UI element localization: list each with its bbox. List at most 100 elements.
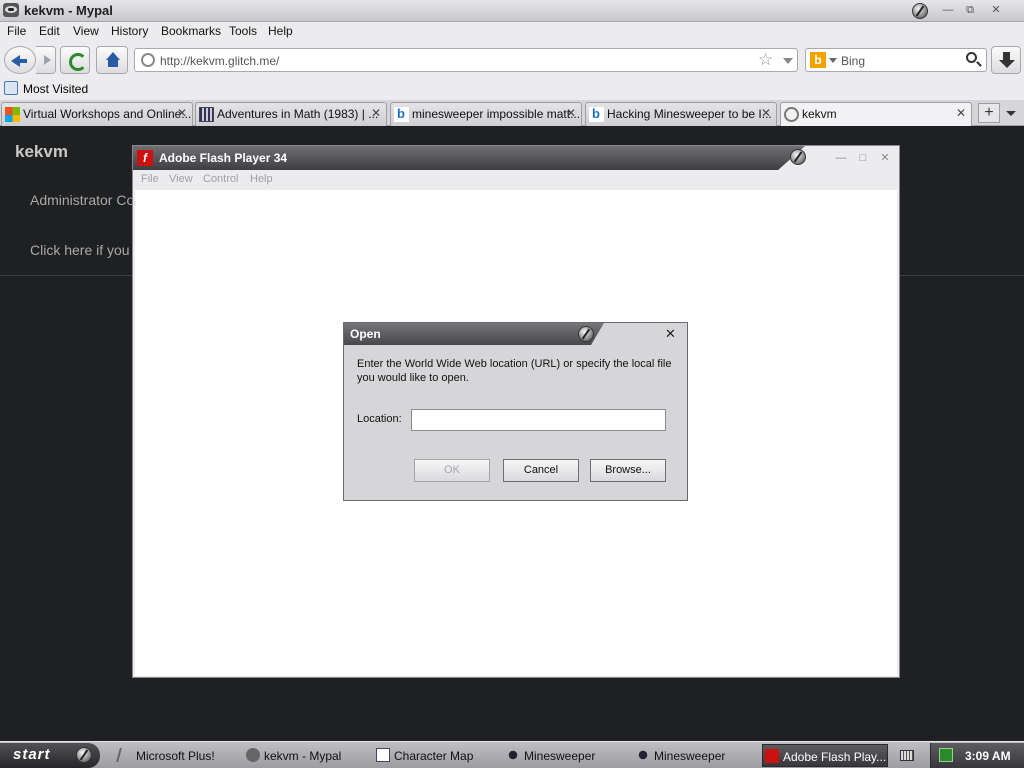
url-text[interactable]: http://kekvm.glitch.me/ [160,54,279,68]
menu-history[interactable]: History [111,24,148,38]
search-bar[interactable]: b Bing [805,48,987,72]
flash-minimize-button[interactable]: — [833,151,849,165]
flash-maximize-button[interactable]: □ [855,151,871,165]
restore-button[interactable]: ⧉ [962,3,978,17]
ok-button[interactable]: OK [414,459,490,482]
taskbar-item-label: kekvm - Mypal [264,749,342,763]
dialog-title-background [344,323,604,345]
tab-close-icon[interactable]: ✕ [954,106,968,120]
cancel-button[interactable]: Cancel [503,459,579,482]
bing-icon [589,106,604,122]
flash-icon: f [137,150,153,166]
tab-label: kekvm [802,107,837,121]
menu-edit[interactable]: Edit [39,24,60,38]
menu-bookmarks[interactable]: Bookmarks [161,24,221,38]
tab-virtual-workshops[interactable]: Virtual Workshops and Online... ✕ [1,102,193,126]
tab-hacking-minesweeper[interactable]: Hacking Minesweeper to be I... ✕ [585,102,777,126]
bookmark-folder-icon [4,81,18,95]
menu-bar: File Edit View History Bookmarks Tools H… [0,22,1024,42]
most-visited-bookmark[interactable]: Most Visited [23,82,88,96]
bing-engine-icon[interactable]: b [810,52,826,68]
start-label: start [13,746,51,763]
forward-button[interactable] [36,46,56,74]
mypal-app-icon [3,3,19,17]
url-dropdown-icon[interactable] [783,58,793,64]
click-here-link[interactable]: Click here if you [30,242,130,258]
menu-tools[interactable]: Tools [229,24,257,38]
microsoft-icon [5,107,20,122]
tab-close-icon[interactable]: ✕ [564,106,578,120]
start-button[interactable]: start [0,743,100,768]
flash-menu-control[interactable]: Control [203,173,238,185]
start-badge-icon [76,747,92,763]
taskbar-item-label: Character Map [394,749,474,763]
charmap-icon [376,748,390,762]
mypal-icon [246,748,260,762]
browse-button[interactable]: Browse... [590,459,666,482]
bing-icon [394,106,409,122]
theme-badge-icon [578,326,594,342]
taskbar: start Microsoft Plus! kekvm - Mypal Char… [0,741,1024,768]
math-icon [199,107,214,122]
location-label: Location: [357,413,402,425]
dialog-description: Enter the World Wide Web location (URL) … [357,358,672,384]
dialog-title: Open [350,327,381,341]
tab-list-icon[interactable] [1006,111,1016,116]
tab-label: Virtual Workshops and Online... [23,107,192,121]
menu-help[interactable]: Help [268,24,293,38]
location-input[interactable] [411,409,666,431]
flash-icon [765,749,779,763]
bookmarks-toolbar: Most Visited [0,78,1024,100]
new-tab-button[interactable]: + [978,103,1000,123]
reload-button[interactable] [60,46,90,74]
back-button[interactable] [4,46,36,74]
taskbar-item-character-map[interactable]: Character Map [374,744,498,767]
keyboard-icon[interactable] [900,750,914,761]
taskbar-item-label: Minesweeper [654,749,726,763]
close-button[interactable]: ✕ [988,3,1004,17]
tab-minesweeper-impossible[interactable]: minesweeper impossible matt... ✕ [390,102,582,126]
search-input[interactable]: Bing [841,54,865,68]
tab-label: minesweeper impossible matt... [412,107,581,121]
tab-close-icon[interactable]: ✕ [369,106,383,120]
taskbar-item-mypal[interactable]: kekvm - Mypal [244,744,368,767]
flash-close-button[interactable]: ✕ [877,151,893,165]
menu-file[interactable]: File [7,24,26,38]
system-tray: 3:09 AM [930,743,1024,768]
search-icon[interactable] [966,52,977,63]
minesweeper-icon [636,748,650,762]
taskbar-item-flash-player[interactable]: Adobe Flash Play... [762,744,888,767]
taskbar-item-minesweeper-1[interactable]: Minesweeper [504,744,628,767]
taskbar-item-microsoft-plus[interactable]: Microsoft Plus! [116,744,240,767]
flash-menu-file[interactable]: File [141,173,159,185]
flash-menu-help[interactable]: Help [250,173,273,185]
taskbar-item-label: Minesweeper [524,749,596,763]
url-bar[interactable]: http://kekvm.glitch.me/ ☆ [134,48,798,72]
taskbar-item-label: Adobe Flash Play... [783,750,887,764]
flash-titlebar: f Adobe Flash Player 34 — □ ✕ [133,146,899,170]
globe-icon [784,107,799,122]
tab-close-icon[interactable]: ✕ [175,106,189,120]
network-icon[interactable] [939,748,953,762]
engine-dropdown-icon[interactable] [829,58,837,63]
minimize-button[interactable]: — [940,3,956,17]
tab-adventures-in-math[interactable]: Adventures in Math (1983) | ... ✕ [195,102,387,126]
flash-title: Adobe Flash Player 34 [159,151,288,165]
download-button[interactable] [991,46,1021,74]
flash-menu-view[interactable]: View [169,173,193,185]
tab-kekvm[interactable]: kekvm ✕ [780,102,972,126]
site-identity-icon[interactable] [141,53,155,67]
dialog-close-icon[interactable]: ✕ [665,326,676,342]
taskbar-item-minesweeper-2[interactable]: Minesweeper [634,744,758,767]
theme-badge-icon [912,3,928,19]
home-button[interactable] [96,46,128,74]
taskbar-item-label: Microsoft Plus! [136,749,215,763]
tab-close-icon[interactable]: ✕ [759,106,773,120]
flash-menu-bar: File View Control Help [133,170,899,190]
clock[interactable]: 3:09 AM [965,749,1011,763]
open-dialog: Open ✕ Enter the World Wide Web location… [343,322,688,501]
theme-badge-icon [790,149,806,165]
bookmark-star-icon[interactable]: ☆ [758,50,773,70]
tab-label: Adventures in Math (1983) | ... [217,107,379,121]
menu-view[interactable]: View [73,24,99,38]
